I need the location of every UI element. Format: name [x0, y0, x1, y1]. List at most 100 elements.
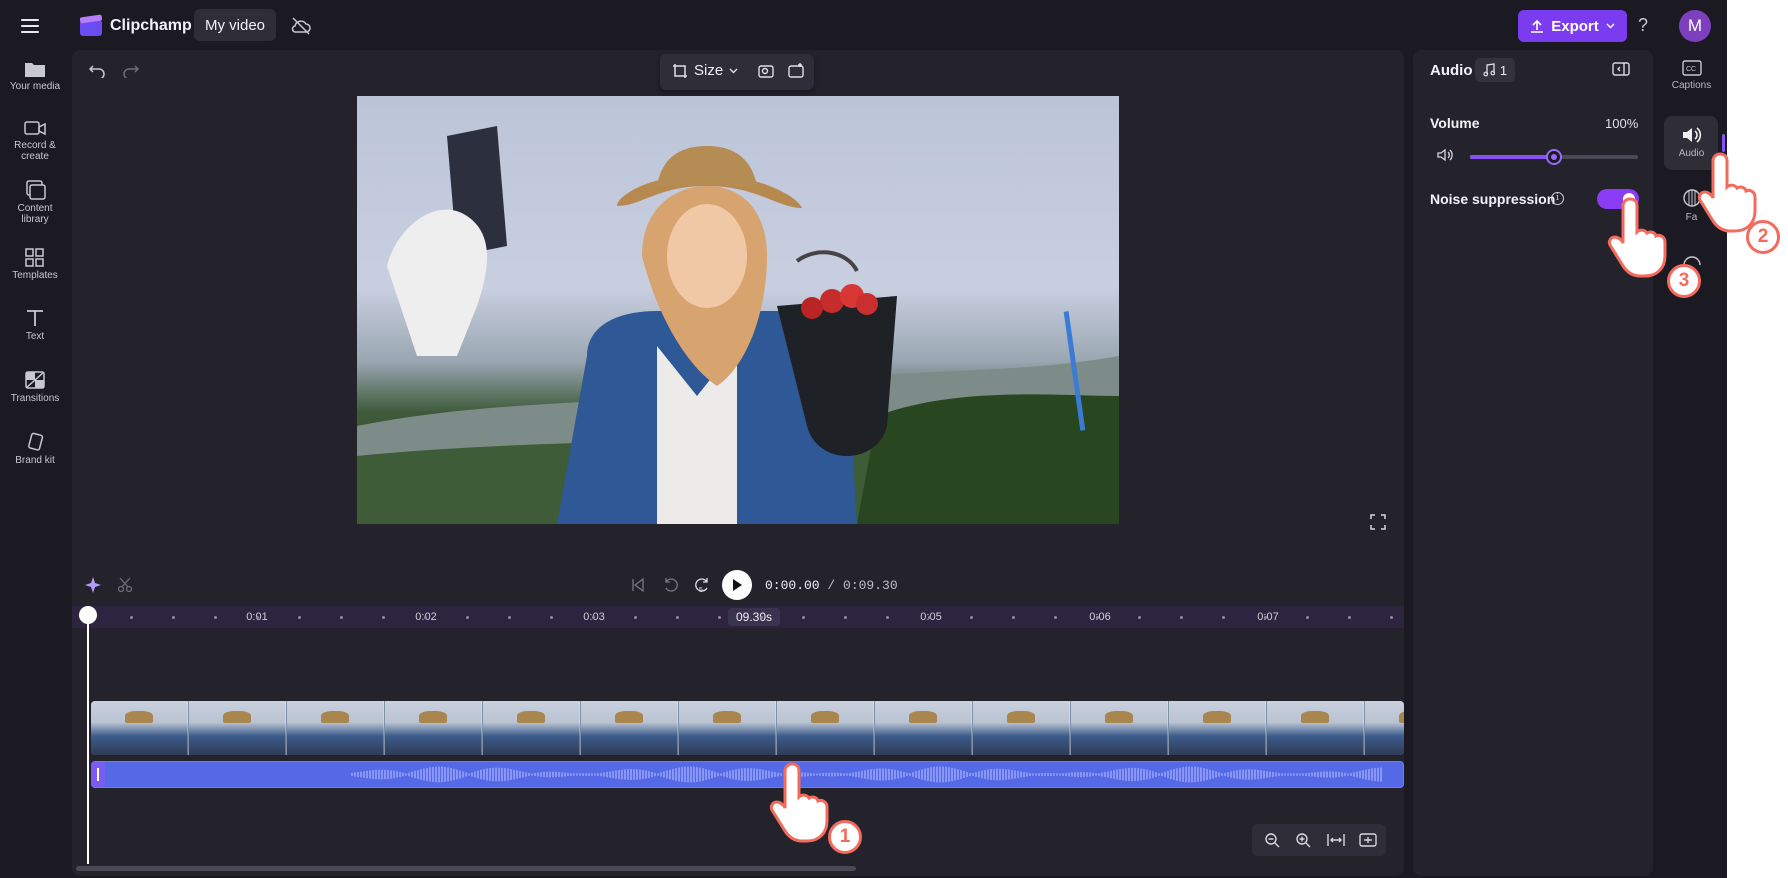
hand-cursor-icon: [1607, 197, 1667, 278]
volume-slider[interactable]: [1470, 149, 1638, 165]
ruler-tick: [382, 616, 385, 619]
track-number: 1: [1499, 62, 1508, 78]
ruler-tick: [886, 616, 889, 619]
audio-waveform: [351, 766, 1382, 783]
current-time: 0:00.00: [765, 578, 820, 593]
video-frame-image: [357, 126, 1119, 524]
nav-record-create[interactable]: Record & create: [0, 119, 70, 162]
nav-transitions[interactable]: Transitions: [0, 370, 70, 404]
help-button[interactable]: ?: [1638, 15, 1648, 36]
redo-icon[interactable]: [122, 62, 140, 78]
skip-back-icon[interactable]: [630, 577, 646, 593]
ruler-tick: [1264, 616, 1267, 619]
tick-label: 0:07: [1257, 611, 1279, 623]
zoom-in-icon[interactable]: [1295, 832, 1311, 848]
hamburger-menu-icon[interactable]: [18, 14, 44, 38]
filmstrip-frame: [1365, 701, 1404, 755]
filmstrip-frame: [581, 701, 678, 755]
playhead-line: [87, 614, 89, 864]
speaker-icon[interactable]: [1436, 147, 1454, 163]
collapse-panel-icon[interactable]: [1612, 61, 1630, 77]
ruler-tick: [550, 616, 553, 619]
filmstrip-frame: [287, 701, 384, 755]
nav-brand-kit[interactable]: Brand kit: [0, 432, 70, 466]
video-clip-track[interactable]: [91, 701, 1404, 755]
svg-text:5: 5: [699, 587, 703, 594]
forward-5-icon[interactable]: 5: [693, 576, 711, 594]
clipchamp-logo-icon: [79, 14, 103, 36]
zoom-out-icon[interactable]: [1264, 832, 1280, 848]
camera-icon: [24, 121, 46, 136]
ruler-tick: [760, 616, 763, 619]
templates-icon: [25, 248, 44, 267]
project-name-button[interactable]: My video: [194, 9, 276, 41]
pointer-hand-3: [1600, 195, 1680, 279]
rewind-5-icon[interactable]: [662, 576, 680, 594]
nav-label: Record & create: [14, 140, 56, 162]
nav-label: Transitions: [10, 393, 60, 404]
timeline-scrollbar[interactable]: [76, 866, 856, 871]
export-button[interactable]: Export: [1518, 10, 1627, 42]
play-icon: [733, 579, 742, 591]
audio-trim-handle[interactable]: [91, 762, 105, 787]
ruler-tick: [718, 616, 721, 619]
audio-clip-track[interactable]: [91, 761, 1404, 788]
play-button[interactable]: [722, 570, 752, 600]
nav-content-library[interactable]: Content library: [0, 180, 70, 225]
undo-icon[interactable]: [88, 62, 106, 78]
ruler-tick: [970, 616, 973, 619]
size-button[interactable]: Size: [672, 62, 738, 79]
folder-icon: [25, 63, 45, 77]
ruler-tick: [802, 616, 805, 619]
captions-icon: CC: [1681, 60, 1702, 76]
total-time: / 0:09.30: [827, 578, 898, 593]
nav-label: Brand kit: [15, 455, 55, 466]
fit-to-width-icon[interactable]: [1327, 832, 1345, 848]
nav-templates[interactable]: Templates: [0, 247, 70, 281]
noise-suppression-label: Noise suppression: [1430, 191, 1556, 207]
ruler-tick: [1348, 616, 1351, 619]
transitions-icon: [25, 371, 45, 389]
export-label: Export: [1551, 17, 1599, 35]
ai-sparkle-icon[interactable]: [84, 576, 102, 594]
ruler-tick: [1306, 616, 1309, 619]
user-avatar[interactable]: M: [1679, 10, 1711, 42]
nav-label: Templates: [12, 270, 58, 281]
filmstrip-frame: [973, 701, 1070, 755]
fullscreen-icon[interactable]: [1370, 514, 1386, 530]
filmstrip-frame: [875, 701, 972, 755]
timeline-view-icon[interactable]: [1359, 832, 1377, 848]
size-label: Size: [694, 62, 724, 79]
text-icon: [27, 310, 43, 326]
video-preview[interactable]: [357, 96, 1119, 524]
ai-magic-icon[interactable]: [787, 62, 805, 80]
ruler-tick: [424, 616, 427, 619]
background-removal-icon[interactable]: [757, 62, 775, 80]
audio-properties-panel: [1413, 50, 1653, 876]
filmstrip-frame: [777, 701, 874, 755]
volume-slider-thumb[interactable]: [1546, 149, 1562, 165]
nav-label: Your media: [9, 81, 61, 92]
brand-kit-icon: [28, 432, 44, 451]
split-scissors-icon[interactable]: [117, 577, 133, 593]
left-nav: Your media Record & create Content library…: [0, 52, 70, 878]
clipchamp-app: Clipchamp My video Export ? M Your media…: [0, 0, 1727, 878]
nav-your-media[interactable]: Your media: [0, 60, 70, 92]
ruler-tick: [256, 616, 259, 619]
info-icon[interactable]: i: [1551, 192, 1564, 205]
volume-value: 100%: [1605, 116, 1639, 131]
nav-text[interactable]: Text: [0, 308, 70, 342]
top-bar: Clipchamp My video Export ? M: [0, 0, 1727, 52]
step-badge-1: 1: [828, 820, 862, 854]
ruler-tick: [1180, 616, 1183, 619]
ruler-tick: [928, 616, 931, 619]
cloud-sync-off-icon[interactable]: [290, 15, 312, 37]
music-note-icon: [1483, 63, 1495, 77]
step-badge-2: 2: [1746, 220, 1780, 254]
chevron-down-icon: [1606, 23, 1615, 29]
rail-captions[interactable]: CC Captions: [1656, 60, 1727, 91]
ruler-tick: [1096, 616, 1099, 619]
timecode: 0:00.00 / 0:09.30: [765, 578, 898, 593]
ruler-tick: [1012, 616, 1015, 619]
playhead-handle[interactable]: [79, 606, 97, 624]
